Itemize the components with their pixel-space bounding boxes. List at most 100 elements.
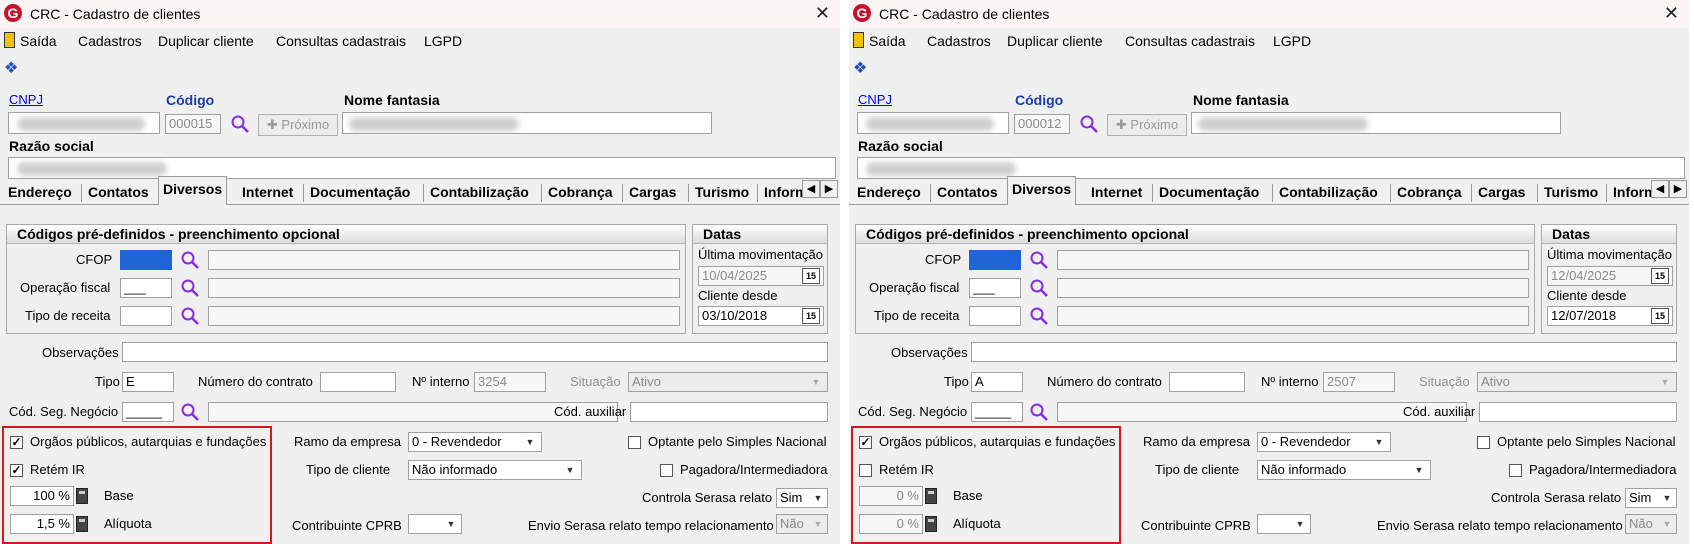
tab-contatos[interactable]: Contatos xyxy=(84,180,153,204)
codigo-field[interactable]: 000015 xyxy=(165,114,221,134)
operacao-fiscal-field[interactable]: ___ xyxy=(969,278,1021,298)
close-icon[interactable]: ✕ xyxy=(1664,3,1679,24)
tab-cobranca[interactable]: Cobrança xyxy=(544,180,617,204)
chevron-down-icon[interactable]: ▼ xyxy=(1371,434,1387,450)
numero-contrato-field[interactable] xyxy=(320,372,396,392)
menu-duplicar-cliente[interactable]: Duplicar cliente xyxy=(158,33,254,49)
retem-ir-checkbox[interactable]: ✓ xyxy=(10,464,23,477)
tipo-receita-field[interactable] xyxy=(120,306,172,326)
cnpj-field[interactable] xyxy=(857,112,1009,134)
tab-scroll-right-icon[interactable]: ▶ xyxy=(820,180,838,198)
tab-scroll-left-icon[interactable]: ◀ xyxy=(1651,180,1669,198)
tab-internet[interactable]: Internet xyxy=(1087,180,1146,204)
tab-internet[interactable]: Internet xyxy=(238,180,297,204)
calendar-icon[interactable]: 15 xyxy=(1651,268,1669,284)
chevron-down-icon[interactable]: ▼ xyxy=(522,434,538,450)
codigo-search-icon[interactable] xyxy=(230,114,250,134)
tab-diversos[interactable]: Diversos xyxy=(1007,176,1077,205)
tab-documentacao[interactable]: Documentação xyxy=(1155,180,1263,204)
tipo-cliente-select[interactable]: Não informado xyxy=(408,460,582,480)
menu-consultas-cadastrais[interactable]: Consultas cadastrais xyxy=(276,33,406,49)
optante-simples-checkbox[interactable] xyxy=(1477,436,1490,449)
menu-consultas-cadastrais[interactable]: Consultas cadastrais xyxy=(1125,33,1255,49)
cfop-search-icon[interactable] xyxy=(1029,250,1049,270)
razao-social-field[interactable] xyxy=(8,157,836,179)
cod-auxiliar-field[interactable] xyxy=(1479,402,1677,422)
aliquota-field[interactable]: 1,5 % xyxy=(10,514,74,534)
menu-cadastros[interactable]: Cadastros xyxy=(927,33,991,49)
chevron-down-icon[interactable]: ▼ xyxy=(1292,516,1308,532)
tipo-cliente-select[interactable]: Não informado xyxy=(1257,460,1431,480)
orgaos-publicos-checkbox[interactable]: ✓ xyxy=(10,436,23,449)
codigo-search-icon[interactable] xyxy=(1079,114,1099,134)
tab-cargas[interactable]: Cargas xyxy=(625,180,680,204)
calculator-icon[interactable] xyxy=(925,516,937,532)
cod-seg-negocio-field[interactable]: _____ xyxy=(122,402,174,422)
close-icon[interactable]: ✕ xyxy=(815,3,830,24)
tab-turismo[interactable]: Turismo xyxy=(1540,180,1602,204)
pagadora-checkbox[interactable] xyxy=(660,464,673,477)
chevron-down-icon[interactable]: ▼ xyxy=(1659,490,1675,506)
observacoes-field[interactable] xyxy=(971,342,1677,362)
network-icon[interactable]: ❖ xyxy=(4,58,18,78)
calculator-icon[interactable] xyxy=(76,516,88,532)
base-field[interactable]: 0 % xyxy=(859,486,923,506)
tab-turismo[interactable]: Turismo xyxy=(691,180,753,204)
tab-contabilizacao[interactable]: Contabilização xyxy=(1275,180,1382,204)
tab-scroll-left-icon[interactable]: ◀ xyxy=(802,180,820,198)
cfop-field[interactable] xyxy=(120,250,172,270)
calendar-icon[interactable]: 15 xyxy=(802,268,820,284)
menu-saida[interactable]: Saída xyxy=(20,33,57,49)
tab-endereco[interactable]: Endereço xyxy=(4,180,76,204)
tipo-receita-field[interactable] xyxy=(969,306,1021,326)
optante-simples-checkbox[interactable] xyxy=(628,436,641,449)
tab-contabilizacao[interactable]: Contabilização xyxy=(426,180,533,204)
observacoes-field[interactable] xyxy=(122,342,828,362)
cnpj-field[interactable] xyxy=(8,112,160,134)
numero-contrato-field[interactable] xyxy=(1169,372,1245,392)
chevron-down-icon[interactable]: ▼ xyxy=(810,490,826,506)
operacao-fiscal-search-icon[interactable] xyxy=(1029,278,1049,298)
nome-fantasia-field[interactable] xyxy=(342,112,712,134)
chevron-down-icon[interactable]: ▼ xyxy=(562,462,578,478)
retem-ir-checkbox[interactable] xyxy=(859,464,872,477)
tab-endereco[interactable]: Endereço xyxy=(853,180,925,204)
chevron-down-icon[interactable]: ▼ xyxy=(1411,462,1427,478)
operacao-fiscal-field[interactable]: ___ xyxy=(120,278,172,298)
cnpj-link[interactable]: CNPJ xyxy=(858,92,892,107)
cod-auxiliar-field[interactable] xyxy=(630,402,828,422)
cod-seg-negocio-field[interactable]: _____ xyxy=(971,402,1023,422)
base-field[interactable]: 100 % xyxy=(10,486,74,506)
codigo-field[interactable]: 000012 xyxy=(1014,114,1070,134)
exit-door-icon[interactable] xyxy=(853,32,864,48)
network-icon[interactable]: ❖ xyxy=(853,58,867,78)
tipo-field[interactable]: E xyxy=(122,372,174,392)
tab-cobranca[interactable]: Cobrança xyxy=(1393,180,1466,204)
cnpj-link[interactable]: CNPJ xyxy=(9,92,43,107)
nome-fantasia-field[interactable] xyxy=(1191,112,1561,134)
cfop-search-icon[interactable] xyxy=(180,250,200,270)
cfop-field[interactable] xyxy=(969,250,1021,270)
calendar-icon[interactable]: 15 xyxy=(802,308,820,324)
cod-seg-search-icon[interactable] xyxy=(180,402,200,422)
tipo-receita-search-icon[interactable] xyxy=(1029,306,1049,326)
cod-seg-search-icon[interactable] xyxy=(1029,402,1049,422)
tab-inform[interactable]: Inform xyxy=(760,180,808,204)
tipo-field[interactable]: A xyxy=(971,372,1023,392)
tab-scroll-right-icon[interactable]: ▶ xyxy=(1669,180,1687,198)
tab-inform[interactable]: Inform xyxy=(1609,180,1657,204)
operacao-fiscal-search-icon[interactable] xyxy=(180,278,200,298)
calculator-icon[interactable] xyxy=(76,488,88,504)
calendar-icon[interactable]: 15 xyxy=(1651,308,1669,324)
razao-social-field[interactable] xyxy=(857,157,1685,179)
menu-duplicar-cliente[interactable]: Duplicar cliente xyxy=(1007,33,1103,49)
tab-contatos[interactable]: Contatos xyxy=(933,180,1002,204)
proximo-button[interactable]: ✚ Próximo xyxy=(258,114,338,136)
pagadora-checkbox[interactable] xyxy=(1509,464,1522,477)
menu-saida[interactable]: Saída xyxy=(869,33,906,49)
menu-lgpd[interactable]: LGPD xyxy=(424,33,462,49)
menu-cadastros[interactable]: Cadastros xyxy=(78,33,142,49)
chevron-down-icon[interactable]: ▼ xyxy=(443,516,459,532)
tab-diversos[interactable]: Diversos xyxy=(158,176,228,205)
proximo-button[interactable]: ✚ Próximo xyxy=(1107,114,1187,136)
